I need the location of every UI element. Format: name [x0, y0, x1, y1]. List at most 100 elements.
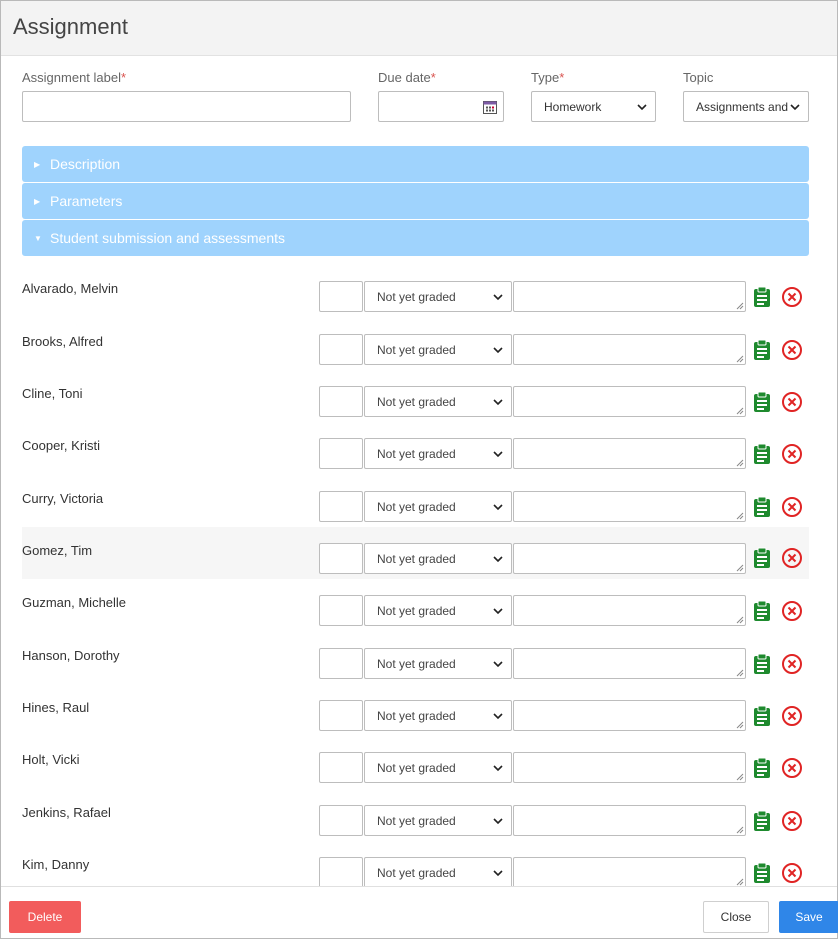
- comment-textarea[interactable]: [513, 491, 746, 522]
- comment-textarea[interactable]: [513, 857, 746, 886]
- student-row: Alvarado, Melvin Not yet graded: [22, 274, 809, 326]
- clipboard-icon[interactable]: [752, 810, 772, 832]
- comment-textarea[interactable]: [513, 752, 746, 783]
- grade-input[interactable]: [319, 438, 363, 469]
- resize-grip-icon[interactable]: [736, 407, 744, 415]
- grade-input[interactable]: [319, 595, 363, 626]
- resize-grip-icon[interactable]: [736, 512, 744, 520]
- topic-select[interactable]: Assignments and: [683, 91, 809, 122]
- clipboard-icon[interactable]: [752, 496, 772, 518]
- student-name: Brooks, Alfred: [22, 334, 103, 349]
- grading-status-value: Not yet graded: [377, 446, 456, 461]
- remove-circle-icon[interactable]: [781, 339, 803, 361]
- clipboard-icon[interactable]: [752, 862, 772, 884]
- dialog-footer: Delete Close Save: [1, 886, 838, 938]
- resize-grip-icon[interactable]: [736, 669, 744, 677]
- grade-input[interactable]: [319, 700, 363, 731]
- comment-textarea[interactable]: [513, 700, 746, 731]
- remove-circle-icon[interactable]: [781, 286, 803, 308]
- grade-input[interactable]: [319, 805, 363, 836]
- grading-status-select[interactable]: Not yet graded: [364, 491, 512, 522]
- delete-button[interactable]: Delete: [9, 901, 81, 933]
- clipboard-icon[interactable]: [752, 705, 772, 727]
- grading-status-select[interactable]: Not yet graded: [364, 334, 512, 365]
- topic-selected-value: Assignments and: [696, 99, 789, 114]
- clipboard-icon[interactable]: [752, 547, 772, 569]
- student-name: Hines, Raul: [22, 700, 90, 715]
- grading-status-select[interactable]: Not yet graded: [364, 595, 512, 626]
- remove-circle-icon[interactable]: [781, 443, 803, 465]
- remove-circle-icon[interactable]: [781, 653, 803, 675]
- calendar-icon[interactable]: [483, 100, 497, 114]
- resize-grip-icon[interactable]: [736, 878, 744, 886]
- student-name: Hanson, Dorothy: [22, 648, 120, 663]
- resize-grip-icon[interactable]: [736, 564, 744, 572]
- student-row: Cooper, Kristi Not yet graded: [22, 431, 809, 483]
- resize-grip-icon[interactable]: [736, 721, 744, 729]
- clipboard-icon[interactable]: [752, 757, 772, 779]
- type-select[interactable]: Homework: [531, 91, 656, 122]
- chevron-down-icon: [493, 504, 503, 511]
- grading-status-select[interactable]: Not yet graded: [364, 752, 512, 783]
- grade-input[interactable]: [319, 857, 363, 886]
- grade-input[interactable]: [319, 752, 363, 783]
- grade-input[interactable]: [319, 648, 363, 679]
- clipboard-icon[interactable]: [752, 443, 772, 465]
- grading-status-select[interactable]: Not yet graded: [364, 648, 512, 679]
- accordion-label: Student submission and assessments: [50, 230, 286, 246]
- grade-input[interactable]: [319, 334, 363, 365]
- remove-circle-icon[interactable]: [781, 862, 803, 884]
- due-date-input[interactable]: [378, 91, 504, 122]
- resize-grip-icon[interactable]: [736, 826, 744, 834]
- resize-grip-icon[interactable]: [736, 355, 744, 363]
- clipboard-icon[interactable]: [752, 339, 772, 361]
- comment-textarea[interactable]: [513, 595, 746, 626]
- accordion-parameters[interactable]: ▶ Parameters: [22, 183, 809, 219]
- close-button[interactable]: Close: [703, 901, 769, 933]
- remove-circle-icon[interactable]: [781, 547, 803, 569]
- grading-status-select[interactable]: Not yet graded: [364, 805, 512, 836]
- grading-status-select[interactable]: Not yet graded: [364, 386, 512, 417]
- resize-grip-icon[interactable]: [736, 616, 744, 624]
- resize-grip-icon[interactable]: [736, 302, 744, 310]
- accordion-description[interactable]: ▶ Description: [22, 146, 809, 182]
- grading-status-select[interactable]: Not yet graded: [364, 543, 512, 574]
- assignment-label-label: Assignment label*: [22, 70, 127, 85]
- save-button[interactable]: Save: [779, 901, 838, 933]
- comment-textarea[interactable]: [513, 334, 746, 365]
- resize-grip-icon[interactable]: [736, 459, 744, 467]
- accordion-student-submission[interactable]: ▼ Student submission and assessments: [22, 220, 809, 256]
- remove-circle-icon[interactable]: [781, 600, 803, 622]
- student-row: Jenkins, Rafael Not yet graded: [22, 798, 809, 850]
- student-name: Alvarado, Melvin: [22, 281, 119, 296]
- grade-input[interactable]: [319, 543, 363, 574]
- clipboard-icon[interactable]: [752, 653, 772, 675]
- comment-textarea[interactable]: [513, 386, 746, 417]
- chevron-down-icon: [637, 104, 647, 111]
- comment-textarea[interactable]: [513, 543, 746, 574]
- caret-right-icon: ▶: [34, 159, 41, 169]
- clipboard-icon[interactable]: [752, 391, 772, 413]
- clipboard-icon[interactable]: [752, 286, 772, 308]
- grading-status-value: Not yet graded: [377, 289, 456, 304]
- remove-circle-icon[interactable]: [781, 757, 803, 779]
- assignment-label-input[interactable]: [22, 91, 351, 122]
- resize-grip-icon[interactable]: [736, 773, 744, 781]
- grade-input[interactable]: [319, 491, 363, 522]
- grading-status-select[interactable]: Not yet graded: [364, 281, 512, 312]
- comment-textarea[interactable]: [513, 805, 746, 836]
- grade-input[interactable]: [319, 386, 363, 417]
- remove-circle-icon[interactable]: [781, 391, 803, 413]
- remove-circle-icon[interactable]: [781, 705, 803, 727]
- student-name: Cooper, Kristi: [22, 438, 101, 453]
- comment-textarea[interactable]: [513, 648, 746, 679]
- comment-textarea[interactable]: [513, 438, 746, 469]
- remove-circle-icon[interactable]: [781, 810, 803, 832]
- grading-status-select[interactable]: Not yet graded: [364, 438, 512, 469]
- grade-input[interactable]: [319, 281, 363, 312]
- comment-textarea[interactable]: [513, 281, 746, 312]
- grading-status-select[interactable]: Not yet graded: [364, 700, 512, 731]
- grading-status-select[interactable]: Not yet graded: [364, 857, 512, 886]
- clipboard-icon[interactable]: [752, 600, 772, 622]
- remove-circle-icon[interactable]: [781, 496, 803, 518]
